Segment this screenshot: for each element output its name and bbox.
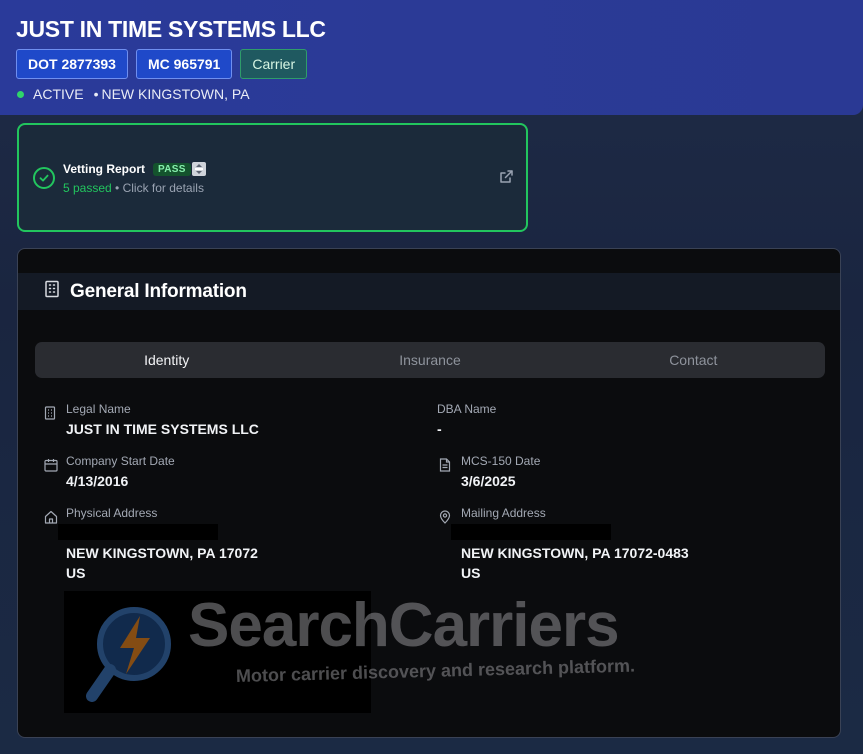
company-name: JUST IN TIME SYSTEMS LLC: [16, 16, 326, 42]
mc-badge[interactable]: MC 965791: [135, 49, 233, 79]
company-start-date-value: 4/13/2016: [66, 473, 129, 489]
calendar-icon: [44, 458, 58, 472]
vetting-title: Vetting Report PASS: [63, 162, 206, 176]
panel-title: General Information: [70, 280, 247, 302]
panel-header: General Information: [18, 273, 840, 310]
mcs150-date-label: MCS-150 Date: [461, 454, 541, 468]
click-details: • Click for details: [115, 181, 204, 195]
pass-badge: PASS: [153, 162, 191, 176]
map-pin-icon: [439, 510, 453, 524]
watermark-title: SearchCarriers: [188, 591, 620, 660]
dba-name-value: -: [437, 421, 442, 437]
status-text: ACTIVE: [33, 86, 84, 102]
mcs150-date-value: 3/6/2025: [461, 473, 516, 489]
badge-row: DOT 2877393 MC 965791 Carrier: [16, 49, 847, 79]
document-icon: [439, 458, 453, 472]
home-icon: [44, 510, 58, 524]
redacted-physical-street: [58, 524, 218, 540]
vetting-report-card[interactable]: Vetting Report PASS 5 passed • Click for…: [17, 123, 528, 232]
tab-identity[interactable]: Identity: [35, 342, 298, 378]
external-link-icon[interactable]: [498, 169, 514, 185]
building-icon: [44, 406, 58, 420]
tab-insurance[interactable]: Insurance: [298, 342, 561, 378]
physical-address-city: NEW KINGSTOWN, PA 17072: [66, 545, 258, 561]
status-line: ACTIVE • NEW KINGSTOWN, PA: [16, 85, 847, 103]
redacted-mailing-street: [451, 524, 611, 540]
entity-type-badge: Carrier: [240, 49, 308, 79]
mailing-address-label: Mailing Address: [461, 506, 546, 520]
flag-icon: [191, 162, 206, 176]
vetting-subtitle: 5 passed • Click for details: [63, 181, 204, 195]
mailing-address-country: US: [461, 565, 481, 581]
check-circle-icon: [33, 167, 55, 189]
passed-count: 5 passed: [63, 181, 112, 195]
physical-address-label: Physical Address: [66, 506, 158, 520]
legal-name-value: JUST IN TIME SYSTEMS LLC: [66, 421, 259, 437]
searchcarriers-logo-icon: [84, 604, 174, 708]
dba-name-label: DBA Name: [437, 402, 497, 416]
legal-name-label: Legal Name: [66, 402, 131, 416]
mailing-address-city: NEW KINGSTOWN, PA 17072-0483: [461, 545, 689, 561]
building-icon: [44, 280, 60, 303]
status-dot-icon: [17, 90, 24, 98]
physical-address-country: US: [66, 565, 86, 581]
location-text: NEW KINGSTOWN, PA: [101, 86, 250, 102]
carrier-header: JUST IN TIME SYSTEMS LLC DOT 2877393 MC …: [0, 0, 863, 115]
status-separator: •: [93, 86, 99, 102]
tab-contact[interactable]: Contact: [562, 342, 825, 378]
vetting-title-text: Vetting Report: [63, 162, 146, 176]
info-tabs: Identity Insurance Contact: [35, 342, 825, 378]
company-start-date-label: Company Start Date: [66, 454, 175, 468]
dot-badge[interactable]: DOT 2877393: [16, 49, 128, 79]
